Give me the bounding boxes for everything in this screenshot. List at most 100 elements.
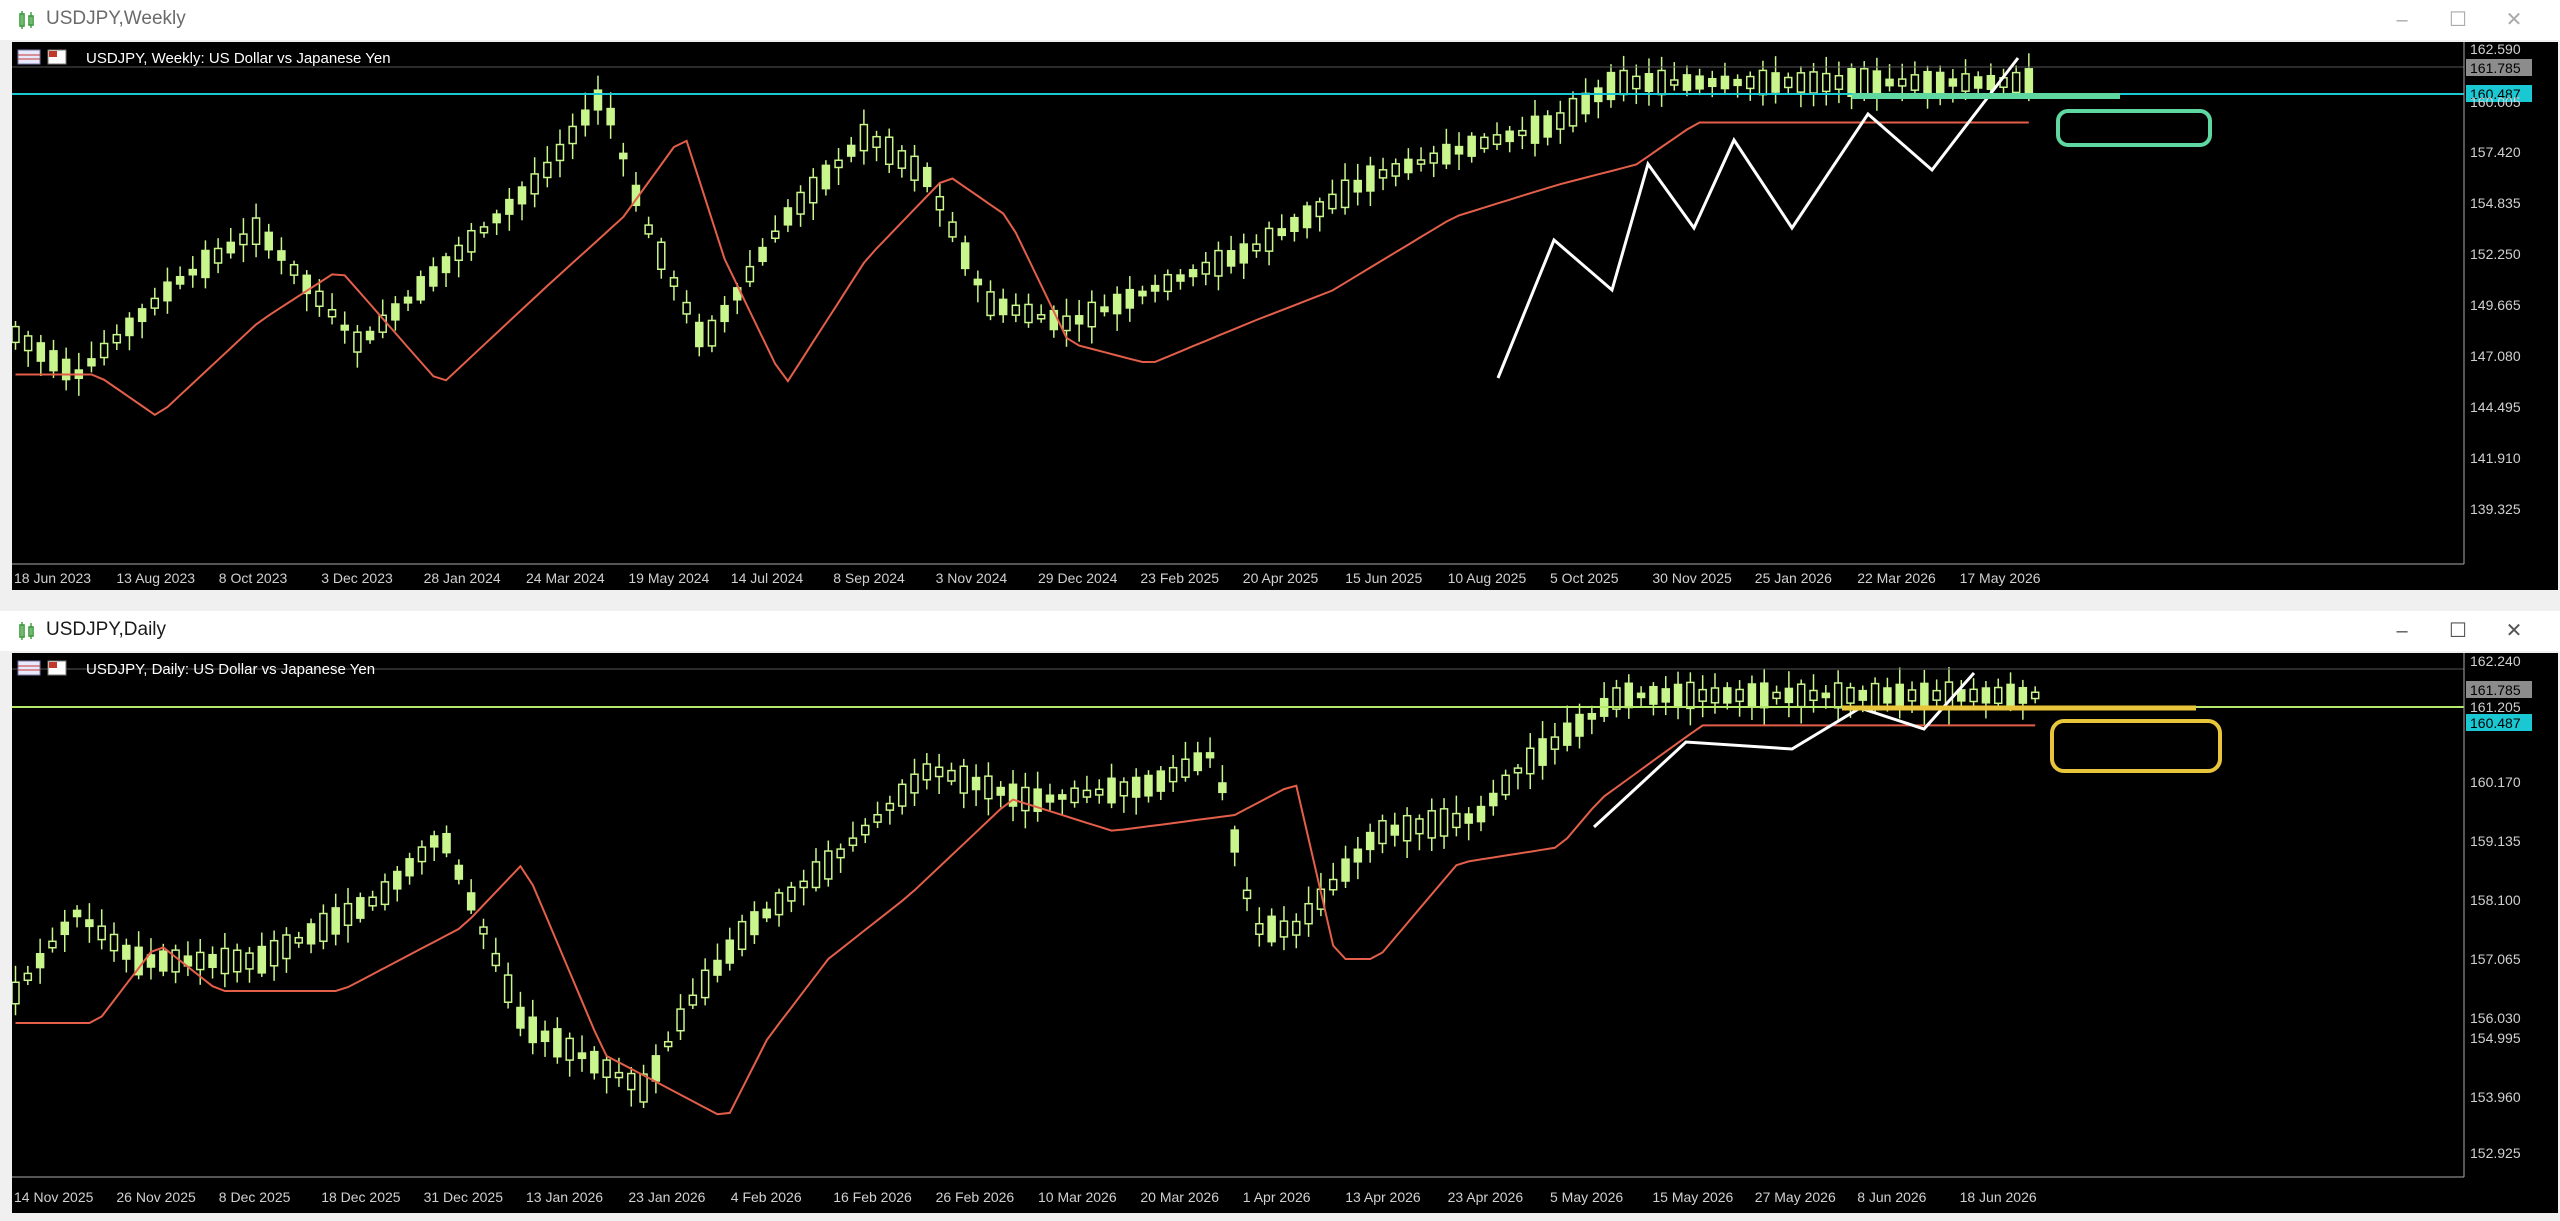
maximize-button[interactable]: ☐ [2436, 4, 2480, 36]
candle [1847, 68, 1856, 97]
date-tick-label: 17 May 2026 [1960, 570, 2041, 586]
date-tick-label: 1 Apr 2026 [1243, 1189, 1311, 1205]
close-button[interactable]: ✕ [2492, 615, 2536, 647]
candle [1771, 72, 1780, 93]
candle [1686, 681, 1695, 710]
candle [1353, 179, 1362, 193]
candle [1214, 249, 1223, 277]
candle [1710, 687, 1720, 704]
candle [159, 950, 168, 972]
candle [1442, 143, 1451, 165]
minimize-button[interactable]: – [2380, 615, 2424, 647]
candle [948, 221, 957, 238]
candle [99, 342, 109, 359]
candle [1562, 722, 1572, 746]
minimize-button[interactable]: – [2380, 4, 2424, 36]
candle [1846, 686, 1855, 704]
date-tick-label: 15 May 2026 [1652, 1189, 1733, 1205]
candle [1973, 76, 1983, 89]
candle [175, 275, 185, 285]
candle [1205, 752, 1215, 759]
price-tick-label: 162.240 [2470, 653, 2521, 669]
candle [996, 786, 1005, 796]
window-title: USDJPY,Daily [46, 619, 167, 640]
date-tick-label: 20 Apr 2025 [1243, 570, 1319, 586]
candle [1070, 787, 1079, 804]
candle [1492, 134, 1502, 146]
candle [1513, 767, 1523, 774]
candle [1624, 682, 1634, 709]
candle [1834, 74, 1844, 91]
candle [1267, 915, 1276, 943]
candle [97, 925, 106, 941]
candle [1125, 288, 1135, 309]
close-button[interactable]: ✕ [2492, 4, 2536, 36]
candle [1619, 69, 1628, 96]
price-tick-label: 160.487 [2470, 715, 2521, 731]
candle [1302, 205, 1312, 229]
date-tick-label: 8 Sep 2024 [833, 570, 905, 586]
date-tick-label: 23 Jan 2026 [628, 1189, 705, 1205]
window-titlebar[interactable]: USDJPY,Daily – ☐ ✕ [0, 611, 2560, 651]
candle [327, 308, 337, 318]
price-tick-label: 141.910 [2470, 450, 2521, 466]
price-tick-label: 157.065 [2470, 951, 2521, 967]
candle [565, 1037, 574, 1061]
candle [1649, 685, 1658, 705]
candle [48, 940, 57, 949]
candle [860, 824, 870, 836]
candle [1587, 712, 1597, 720]
daily-chart-window[interactable]: USDJPY,Daily – ☐ ✕ USDJPY, Daily: US Dol… [0, 611, 2560, 1221]
candle [1518, 129, 1527, 137]
candle [1568, 97, 1578, 127]
candle [1784, 76, 1793, 89]
date-tick-label: 31 Dec 2025 [424, 1189, 504, 1205]
window-titlebar[interactable]: USDJPY,Weekly – ☐ ✕ [0, 0, 2560, 40]
candle [935, 195, 945, 211]
candle [1910, 74, 1920, 91]
candle [454, 864, 464, 880]
candle [787, 886, 796, 902]
date-tick-label: 16 Feb 2026 [833, 1189, 912, 1205]
weekly-chart-window[interactable]: USDJPY,Weekly – ☐ ✕ USDJPY, Weekly: US D… [0, 0, 2560, 608]
candle [771, 230, 780, 240]
window-title: USDJPY,Weekly [46, 8, 186, 29]
candle [836, 848, 845, 859]
weekly-chart-canvas[interactable]: USDJPY, Weekly: US Dollar vs Japanese Ye… [12, 42, 2558, 590]
date-tick-label: 8 Dec 2025 [219, 1189, 291, 1205]
candle [517, 186, 527, 205]
candle [1415, 818, 1424, 835]
date-tick-label: 18 Jun 2023 [14, 570, 91, 586]
date-tick-label: 26 Nov 2025 [116, 1189, 196, 1205]
candle [1760, 682, 1769, 709]
candle [821, 164, 831, 190]
candle [859, 123, 869, 152]
date-tick-label: 22 Mar 2026 [1857, 570, 1936, 586]
date-tick-label: 23 Apr 2026 [1448, 1189, 1524, 1205]
candle [416, 276, 425, 301]
weekly-price-chart[interactable]: USDJPY, Weekly: US Dollar vs Japanese Ye… [12, 42, 2558, 590]
candle [269, 939, 279, 967]
candle [195, 951, 205, 971]
candle [1543, 115, 1552, 138]
candle [188, 268, 198, 276]
candle [1226, 250, 1236, 267]
candle [984, 775, 993, 800]
date-tick-label: 5 May 2026 [1550, 1189, 1623, 1205]
candle [884, 136, 894, 166]
candle [885, 802, 895, 811]
candle [403, 296, 413, 304]
candle [2006, 683, 2015, 708]
date-tick-label: 13 Apr 2026 [1345, 1189, 1421, 1205]
candle [808, 176, 818, 204]
candle [1932, 689, 1941, 701]
candle [306, 923, 316, 945]
candle [1907, 689, 1917, 702]
candle [947, 769, 956, 782]
candle [1796, 72, 1806, 93]
maximize-button[interactable]: ☐ [2436, 615, 2480, 647]
daily-price-chart[interactable]: USDJPY, Daily: US Dollar vs Japanese Yen… [12, 653, 2558, 1213]
candle [61, 358, 71, 381]
date-tick-label: 19 May 2024 [628, 570, 709, 586]
daily-chart-canvas[interactable]: USDJPY, Daily: US Dollar vs Japanese Yen… [12, 653, 2558, 1213]
